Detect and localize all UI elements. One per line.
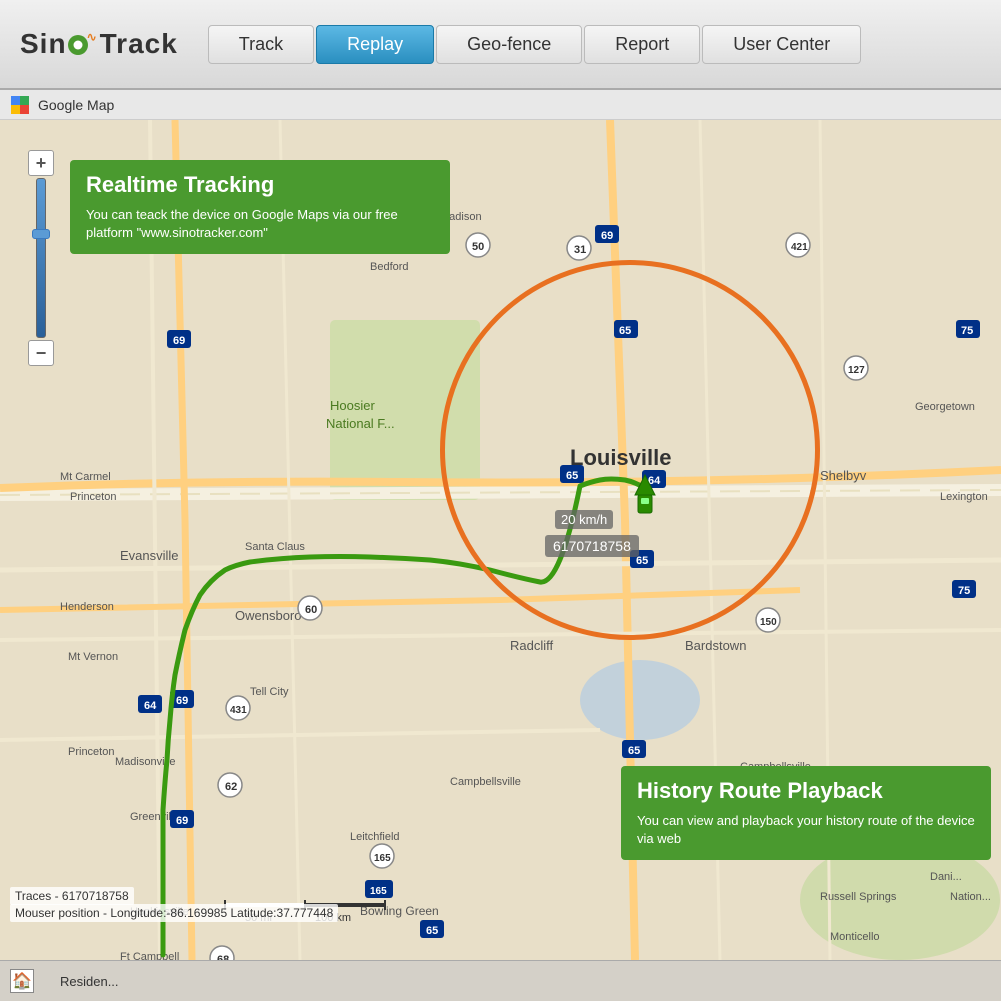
map-container: Louisville Shelbyv Evansville Owensboro … [0,120,1001,960]
tab-report[interactable]: Report [584,25,700,64]
logo: Sin ∿Track [20,28,178,60]
realtime-body: You can teack the device on Google Maps … [86,206,434,242]
svg-text:Leitchfield: Leitchfield [350,831,400,843]
svg-text:69: 69 [173,335,185,347]
tab-track[interactable]: Track [208,25,314,64]
highlight-circle [440,260,820,640]
svg-text:Hoosier: Hoosier [330,398,375,413]
svg-text:69: 69 [176,695,188,707]
tab-replay[interactable]: Replay [316,25,434,64]
svg-text:62: 62 [225,781,237,793]
svg-text:69: 69 [176,815,188,827]
map-toolbar: Google Map [0,90,1001,120]
svg-text:Georgetown: Georgetown [915,401,975,413]
trace-info: Traces - 6170718758 [10,887,134,905]
svg-text:75: 75 [961,325,973,337]
svg-text:75: 75 [958,585,970,597]
svg-text:Mt Carmel: Mt Carmel [60,471,111,483]
realtime-tooltip: Realtime Tracking You can teack the devi… [70,160,450,254]
header: Sin ∿Track Track Replay Geo-fence Report… [0,0,1001,90]
device-id-label: 6170718758 [545,535,639,557]
svg-text:64: 64 [144,700,157,712]
svg-text:68: 68 [217,954,229,960]
map-label: Google Map [38,97,114,113]
svg-text:Bedford: Bedford [370,261,409,273]
svg-text:Radcliff: Radcliff [510,638,554,653]
svg-text:165: 165 [374,853,391,864]
svg-text:Dani...: Dani... [930,871,962,883]
status-label: Residen... [60,974,119,989]
svg-text:Nation...: Nation... [950,891,991,903]
history-title: History Route Playback [637,778,975,804]
status-bar: 🏠 Residen... [0,960,1001,1001]
svg-text:Bardstown: Bardstown [685,638,746,653]
svg-text:Princeton: Princeton [70,491,116,503]
svg-text:50: 50 [472,241,484,253]
svg-text:Mt Vernon: Mt Vernon [68,651,118,663]
svg-text:31: 31 [574,244,586,256]
svg-text:421: 421 [791,242,808,253]
speed-label: 20 km/h [555,510,613,529]
svg-text:Owensboro: Owensboro [235,608,301,623]
history-body: You can view and playback your history r… [637,812,975,848]
svg-text:69: 69 [601,230,613,242]
zoom-controls: + − [28,150,54,366]
tab-geofence[interactable]: Geo-fence [436,25,582,64]
history-tooltip: History Route Playback You can view and … [621,766,991,860]
tab-usercenter[interactable]: User Center [702,25,861,64]
svg-text:127: 127 [848,365,865,376]
svg-text:Russell Springs: Russell Springs [820,891,897,903]
mouse-position: Mouser position - Longitude:-86.169985 L… [10,904,338,922]
logo-text: Sin ∿Track [20,28,178,60]
svg-text:Henderson: Henderson [60,601,114,613]
google-maps-icon [10,95,30,115]
svg-text:Shelbyv: Shelbyv [820,468,867,483]
svg-text:60: 60 [305,604,317,616]
svg-text:Lexington: Lexington [940,491,988,503]
svg-text:Campbellsville: Campbellsville [450,776,521,788]
svg-text:Ft Campbell: Ft Campbell [120,951,179,960]
svg-text:Princeton: Princeton [68,746,114,758]
mouse-position-label: Mouser position - Longitude:-86.169985 L… [15,906,333,920]
realtime-title: Realtime Tracking [86,172,434,198]
svg-text:65: 65 [628,745,640,757]
main-nav: Track Replay Geo-fence Report User Cente… [208,25,864,64]
zoom-in-button[interactable]: + [28,150,54,176]
svg-text:Santa Claus: Santa Claus [245,541,305,553]
svg-text:Tell City: Tell City [250,686,289,698]
trace-label: Traces - 6170718758 [15,889,129,903]
svg-text:150: 150 [760,617,777,628]
svg-text:Evansville: Evansville [120,548,179,563]
svg-text:National F...: National F... [326,416,395,431]
home-icon: 🏠 [10,969,34,993]
zoom-out-button[interactable]: − [28,340,54,366]
svg-text:Monticello: Monticello [830,931,880,943]
svg-text:431: 431 [230,705,247,716]
svg-text:65: 65 [426,925,438,937]
zoom-slider[interactable] [36,178,46,338]
zoom-slider-thumb[interactable] [32,229,50,239]
